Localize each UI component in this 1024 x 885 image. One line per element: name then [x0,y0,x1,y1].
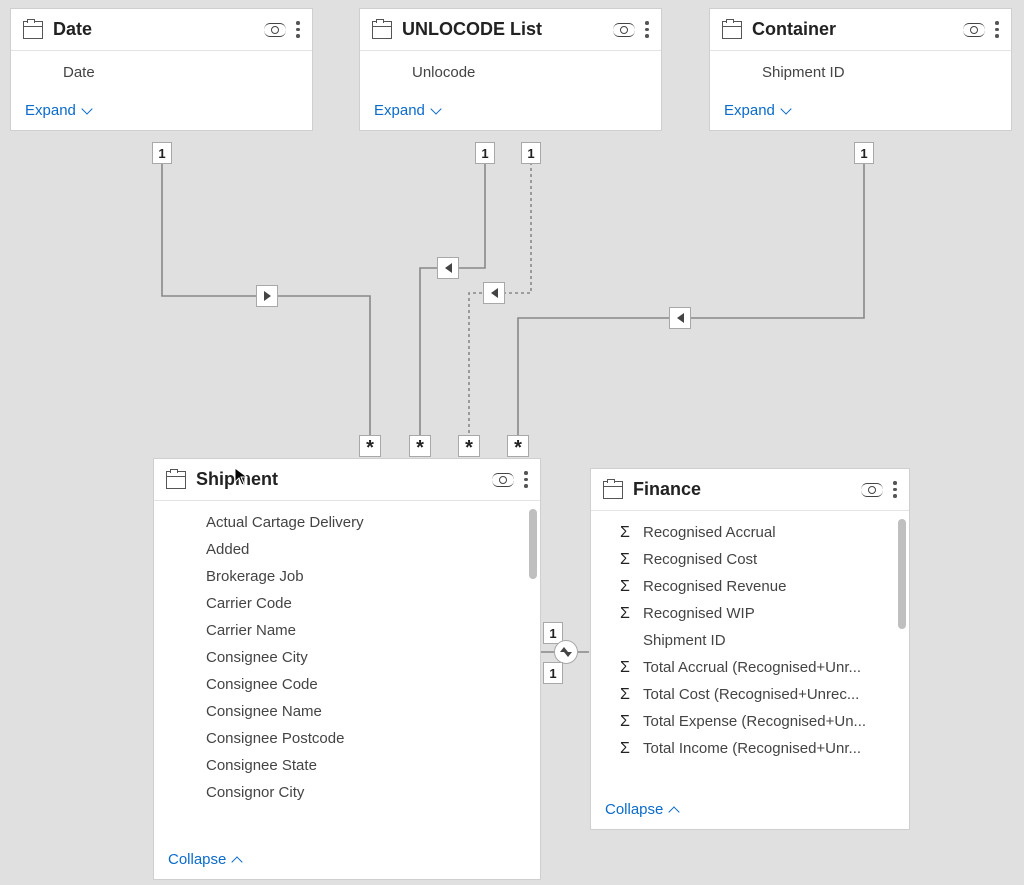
expand-button[interactable]: Expand [25,102,93,119]
field-item[interactable]: Added [154,536,529,563]
sigma-icon: Σ [615,578,635,596]
chevron-down-icon [430,105,442,117]
field-item[interactable]: ΣRecognised WIP [591,600,898,627]
chevron-down-icon [780,105,792,117]
chevron-up-icon [668,804,680,816]
card-body: ΣRecognised AccrualΣRecognised CostΣReco… [591,511,909,791]
card-body: Actual Cartage DeliveryAddedBrokerage Jo… [154,501,540,841]
kebab-menu-icon[interactable] [645,21,649,38]
card-footer: Expand [710,92,1011,130]
sigma-icon: Σ [615,740,635,758]
sigma-icon: Σ [615,605,635,623]
scrollbar-thumb[interactable] [529,509,537,579]
field-item[interactable]: Brokerage Job [154,563,529,590]
filter-direction-both-icon[interactable] [554,640,578,664]
card-body: Shipment ID [710,51,1011,92]
card-header: Date [11,9,312,51]
card-title: UNLOCODE List [402,19,603,40]
card-title: Finance [633,479,851,500]
chevron-down-icon [81,105,93,117]
cardinality-one: 1 [854,142,874,164]
cardinality-many: * [409,435,431,457]
card-footer: Expand [360,92,661,130]
cardinality-one: 1 [475,142,495,164]
cardinality-many: * [507,435,529,457]
kebab-menu-icon[interactable] [296,21,300,38]
cardinality-one: 1 [152,142,172,164]
sigma-icon: Σ [615,551,635,569]
scrollbar[interactable] [898,519,906,785]
card-header: Shipment [154,459,540,501]
card-footer: Collapse [591,791,909,829]
sigma-icon: Σ [615,659,635,677]
collapse-button[interactable]: Collapse [168,851,243,868]
table-icon [603,481,623,499]
kebab-menu-icon[interactable] [893,481,897,498]
sigma-icon: Σ [615,713,635,731]
card-title: Date [53,19,254,40]
filter-direction-arrow[interactable] [483,282,505,304]
table-icon [372,21,392,39]
card-header: UNLOCODE List [360,9,661,51]
chevron-up-icon [231,854,243,866]
expand-button[interactable]: Expand [724,102,792,119]
sigma-icon: Σ [615,686,635,704]
visibility-icon[interactable] [492,473,514,487]
table-card-date[interactable]: Date Date Expand [10,8,313,131]
field-item[interactable]: ΣTotal Cost (Recognised+Unrec... [591,681,898,708]
field-item[interactable]: Consignee State [154,752,529,779]
card-footer: Collapse [154,841,540,879]
field-item[interactable]: Shipment ID [591,627,898,654]
field-item[interactable]: ΣRecognised Accrual [591,519,898,546]
field-item[interactable]: Consignee Code [154,671,529,698]
kebab-menu-icon[interactable] [995,21,999,38]
collapse-button[interactable]: Collapse [605,801,680,818]
filter-direction-arrow[interactable] [437,257,459,279]
filter-direction-arrow[interactable] [256,285,278,307]
field-item[interactable]: Shipment ID [710,59,1011,86]
table-card-shipment[interactable]: Shipment Actual Cartage DeliveryAddedBro… [153,458,541,880]
table-card-container[interactable]: Container Shipment ID Expand [709,8,1012,131]
cardinality-many: * [458,435,480,457]
field-item[interactable]: Unlocode [360,59,661,86]
visibility-icon[interactable] [861,483,883,497]
visibility-icon[interactable] [613,23,635,37]
cardinality-many: * [359,435,381,457]
field-item[interactable]: Date [11,59,312,86]
sigma-icon: Σ [615,524,635,542]
visibility-icon[interactable] [264,23,286,37]
field-item[interactable]: ΣRecognised Revenue [591,573,898,600]
scrollbar[interactable] [529,509,537,835]
cardinality-one: 1 [521,142,541,164]
cardinality-one: 1 [543,662,563,684]
visibility-icon[interactable] [963,23,985,37]
table-icon [722,21,742,39]
card-header: Finance [591,469,909,511]
card-title: Shipment [196,469,482,490]
field-item[interactable]: ΣTotal Income (Recognised+Unr... [591,735,898,762]
table-card-finance[interactable]: Finance ΣRecognised AccrualΣRecognised C… [590,468,910,830]
field-item[interactable]: ΣTotal Expense (Recognised+Un... [591,708,898,735]
expand-button[interactable]: Expand [374,102,442,119]
card-body: Date [11,51,312,92]
table-icon [23,21,43,39]
field-item[interactable]: ΣRecognised Cost [591,546,898,573]
card-body: Unlocode [360,51,661,92]
field-item[interactable]: Carrier Code [154,590,529,617]
field-item[interactable]: Actual Cartage Delivery [154,509,529,536]
field-item[interactable]: Consignee City [154,644,529,671]
field-item[interactable]: Consignee Postcode [154,725,529,752]
card-header: Container [710,9,1011,51]
table-icon [166,471,186,489]
card-title: Container [752,19,953,40]
field-item[interactable]: Consignor City [154,779,529,806]
filter-direction-arrow[interactable] [669,307,691,329]
kebab-menu-icon[interactable] [524,471,528,488]
card-footer: Expand [11,92,312,130]
field-item[interactable]: Carrier Name [154,617,529,644]
scrollbar-thumb[interactable] [898,519,906,629]
table-card-unlocode[interactable]: UNLOCODE List Unlocode Expand [359,8,662,131]
field-item[interactable]: ΣTotal Accrual (Recognised+Unr... [591,654,898,681]
field-item[interactable]: Consignee Name [154,698,529,725]
